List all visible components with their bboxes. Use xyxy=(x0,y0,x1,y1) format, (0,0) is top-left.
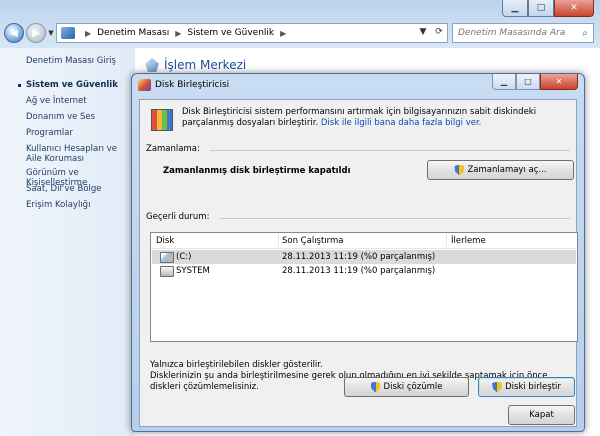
current-item-marker xyxy=(18,84,21,87)
dialog-minimize-button[interactable]: ▁ xyxy=(492,74,516,90)
hard-drive-icon xyxy=(160,266,174,277)
sidebar-item-programs[interactable]: Programlar xyxy=(26,128,73,138)
defragmenter-icon xyxy=(138,79,151,91)
breadcrumb-separator-icon[interactable]: ▶ xyxy=(175,29,181,38)
breadcrumb-separator-icon[interactable]: ▶ xyxy=(85,29,91,38)
note-line-1: Yalnızca birleştirilebilen diskler göste… xyxy=(150,360,323,370)
disk-last-run: 28.11.2013 11:19 (%0 parçalanmış) xyxy=(282,252,436,262)
dialog-client-area: Disk Birleştiricisi sistem performansını… xyxy=(139,99,578,427)
dialog-title: Disk Birleştiricisi xyxy=(155,80,230,90)
intro-description: Disk Birleştiricisi sistem performansını… xyxy=(182,107,572,129)
analyze-disk-label: Diski çözümle xyxy=(383,382,443,392)
defragment-disk-label: Diski birleştir xyxy=(505,382,561,392)
disk-last-run: 28.11.2013 11:19 (%0 parçalanmış) xyxy=(282,266,436,276)
close-window-button[interactable]: ✕ xyxy=(554,0,594,17)
window-frame: ▁ □ ✕ ◀ ▶ ▼ ▶ Denetim Masası ▶ Sistem ve… xyxy=(0,0,600,48)
schedule-status: Zamanlanmış disk birleştirme kapatıldı xyxy=(163,166,351,176)
refresh-icon[interactable]: ⟳ xyxy=(431,27,447,37)
column-header-disk[interactable]: Disk xyxy=(156,236,174,246)
close-button[interactable]: Kapat xyxy=(508,405,575,425)
control-panel-icon xyxy=(61,27,75,39)
sidebar-item-accessibility[interactable]: Erişim Kolaylığı xyxy=(26,200,90,210)
dialog-titlebar: Disk Birleştiricisi xyxy=(138,79,229,91)
analyze-disk-button[interactable]: Diski çözümle xyxy=(344,377,469,397)
uac-shield-icon xyxy=(454,164,465,176)
breadcrumb-item[interactable]: Denetim Masası xyxy=(97,28,169,38)
uac-shield-icon xyxy=(370,381,381,393)
sidebar-item-network[interactable]: Ağ ve İnternet xyxy=(26,96,87,106)
current-status-label: Geçerli durum: xyxy=(146,212,210,222)
more-info-link[interactable]: Disk ile ilgili bana daha fazla bilgi ve… xyxy=(321,118,482,128)
configure-schedule-label: Zamanlamayı aç... xyxy=(467,165,547,175)
maximize-button[interactable]: □ xyxy=(528,0,554,17)
disk-row-system[interactable]: SYSTEM 28.11.2013 11:19 (%0 parçalanmış) xyxy=(152,264,576,278)
disk-row-c[interactable]: (C:) 28.11.2013 11:19 (%0 parçalanmış) xyxy=(152,250,576,264)
close-label: Kapat xyxy=(529,410,554,420)
uac-shield-icon xyxy=(492,381,503,393)
forward-button[interactable]: ▶ xyxy=(26,23,46,43)
breadcrumb-separator-icon[interactable]: ▶ xyxy=(280,29,286,38)
recent-pages-dropdown[interactable]: ▼ xyxy=(46,29,56,37)
disk-defragmenter-dialog: Disk Birleştiricisi ▁ □ ✕ Disk Birleştir… xyxy=(131,73,585,432)
defrag-blocks-icon xyxy=(151,109,173,131)
column-header-progress[interactable]: İlerleme xyxy=(451,236,486,246)
sidebar: Denetim Masası Giriş Sistem ve Güvenlik … xyxy=(0,48,135,436)
search-box[interactable]: ⌕ xyxy=(452,23,594,43)
sidebar-item-clock[interactable]: Saat, Dil ve Bölge xyxy=(26,184,102,194)
minimize-button[interactable]: ▁ xyxy=(502,0,528,17)
disk-name: SYSTEM xyxy=(176,266,210,276)
window-caption-buttons: ▁ □ ✕ xyxy=(502,0,594,17)
address-dropdown-icon[interactable]: ▼ xyxy=(415,27,431,37)
action-center-icon xyxy=(145,58,159,72)
column-header-last-run[interactable]: Son Çalıştırma xyxy=(282,236,344,246)
windows-drive-icon xyxy=(160,252,174,263)
search-input[interactable] xyxy=(453,27,578,39)
column-divider[interactable] xyxy=(278,234,279,247)
schedule-label: Zamanlama: xyxy=(146,144,200,154)
action-center-link[interactable]: İşlem Merkezi xyxy=(164,58,246,72)
dialog-caption-buttons: ▁ □ ✕ xyxy=(492,74,578,90)
address-controls: ▼ ⟳ xyxy=(415,24,447,40)
disk-list-header: Disk Son Çalıştırma İlerleme xyxy=(151,233,577,249)
sidebar-item-hardware[interactable]: Donanım ve Ses xyxy=(26,112,95,122)
breadcrumb-item[interactable]: Sistem ve Güvenlik xyxy=(187,28,274,38)
divider xyxy=(220,218,570,219)
disk-list[interactable]: Disk Son Çalıştırma İlerleme (C:) 28.11.… xyxy=(150,232,578,342)
sidebar-item-home[interactable]: Denetim Masası Giriş xyxy=(26,56,116,66)
dialog-maximize-button[interactable]: □ xyxy=(516,74,540,90)
defragment-disk-button[interactable]: Diski birleştir xyxy=(478,377,575,397)
configure-schedule-button[interactable]: Zamanlamayı aç... xyxy=(427,160,574,180)
sidebar-item-system-security[interactable]: Sistem ve Güvenlik xyxy=(26,80,118,90)
divider xyxy=(210,150,570,151)
disk-name: (C:) xyxy=(176,252,192,262)
navigation-bar: ◀ ▶ ▼ ▶ Denetim Masası ▶ Sistem ve Güven… xyxy=(4,22,596,44)
breadcrumb: ▶ Denetim Masası ▶ Sistem ve Güvenlik ▶ xyxy=(79,28,292,38)
dialog-close-button[interactable]: ✕ xyxy=(540,74,578,90)
sidebar-item-user-accounts[interactable]: Kullanıcı Hesapları ve Aile Koruması xyxy=(26,144,131,164)
back-button[interactable]: ◀ xyxy=(4,23,24,43)
address-bar[interactable]: ▶ Denetim Masası ▶ Sistem ve Güvenlik ▶ … xyxy=(56,23,448,43)
column-divider[interactable] xyxy=(446,234,447,247)
search-icon[interactable]: ⌕ xyxy=(578,28,592,39)
